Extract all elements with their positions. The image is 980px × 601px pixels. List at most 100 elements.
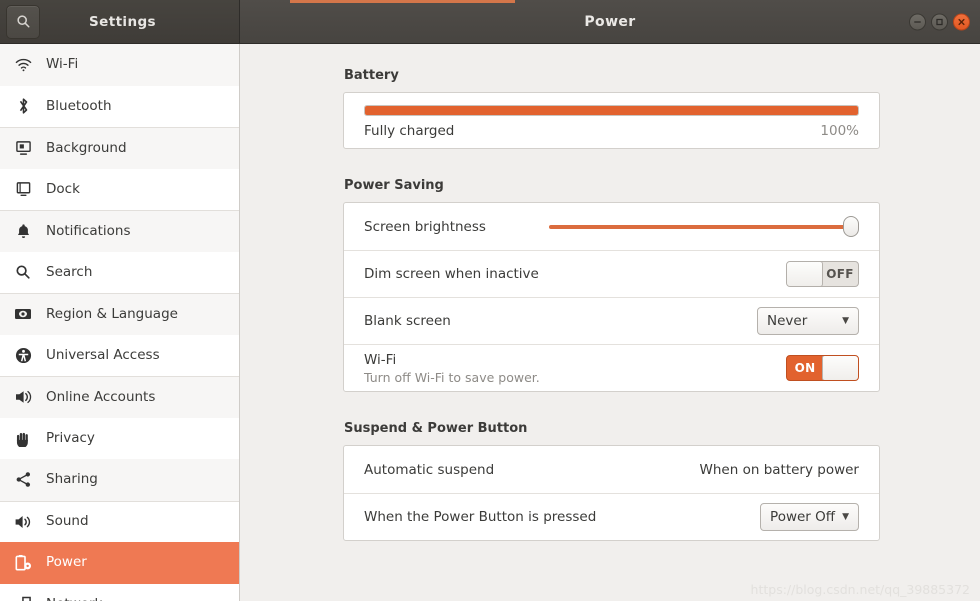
dock-icon <box>12 179 34 199</box>
sidebar-item-power[interactable]: Power <box>0 542 239 584</box>
sidebar-item-label: Search <box>46 263 93 280</box>
sidebar-item-search[interactable]: Search <box>0 251 239 293</box>
search-icon <box>16 14 31 29</box>
battery-state-label: Fully charged <box>364 123 455 139</box>
search-icon <box>12 262 34 282</box>
settings-panel: Battery Fully charged 100% Power Saving <box>343 68 880 541</box>
bluetooth-icon <box>12 96 34 116</box>
dim-screen-label: Dim screen when inactive <box>364 266 539 282</box>
power-button-action-dropdown[interactable]: Power Off ▼ <box>760 503 859 531</box>
automatic-suspend-row[interactable]: Automatic suspend When on battery power <box>344 446 879 493</box>
power-saving-card: Screen brightness Dim screen when inacti… <box>343 202 880 392</box>
watermark-text: https://blog.csdn.net/qq_39885372 <box>750 582 970 597</box>
suspend-card: Automatic suspend When on battery power … <box>343 445 880 541</box>
battery-section-heading: Battery <box>344 68 399 83</box>
toggle-state-label: ON <box>794 361 816 375</box>
sidebar-item-universal-access[interactable]: Universal Access <box>0 334 239 376</box>
battery-level-fill <box>365 106 858 115</box>
sidebar-item-label: Bluetooth <box>46 97 112 114</box>
battery-percent-label: 100% <box>820 123 859 139</box>
sidebar-item-label: Sound <box>46 513 89 529</box>
toggle-state-label: OFF <box>826 267 854 281</box>
screen-brightness-label: Screen brightness <box>364 218 486 235</box>
page-title: Power <box>584 13 636 30</box>
chevron-down-icon: ▼ <box>842 315 849 326</box>
sidebar-item-label: Network <box>46 597 102 601</box>
settings-window: Settings Power Wi-Fi Bluetooth Backgroun… <box>0 0 980 601</box>
online-accounts-icon <box>12 387 34 407</box>
sidebar-item-region-language[interactable]: Region & Language <box>0 293 239 335</box>
power-settings-content: Battery Fully charged 100% Power Saving <box>240 44 980 601</box>
minimize-button[interactable] <box>909 13 926 30</box>
power-button-action-row: When the Power Button is pressed Power O… <box>344 493 879 540</box>
universal-access-icon <box>12 345 34 365</box>
search-button[interactable] <box>6 4 40 39</box>
privacy-hand-icon <box>12 428 34 448</box>
chevron-down-icon: ▼ <box>842 511 849 522</box>
bell-icon <box>12 221 34 241</box>
slider-track <box>549 224 846 229</box>
settings-sidebar: Wi-Fi Bluetooth Background Dock Notifica… <box>0 44 240 601</box>
dim-screen-toggle[interactable]: OFF <box>786 261 859 287</box>
wifi-power-toggle[interactable]: ON <box>786 355 859 381</box>
network-icon <box>12 594 34 601</box>
title-bar: Settings Power <box>0 0 980 44</box>
sidebar-item-wi-fi[interactable]: Wi-Fi <box>0 44 239 86</box>
battery-level-bar <box>364 105 859 116</box>
battery-status-row: Fully charged 100% <box>344 93 879 148</box>
sidebar-item-bluetooth[interactable]: Bluetooth <box>0 85 239 127</box>
window-body: Wi-Fi Bluetooth Background Dock Notifica… <box>0 44 980 601</box>
sidebar-item-label: Sharing <box>46 471 98 487</box>
power-saving-section-heading: Power Saving <box>344 178 444 193</box>
battery-card: Fully charged 100% <box>343 92 880 149</box>
dim-screen-row: Dim screen when inactive OFF <box>344 250 879 297</box>
sidebar-item-label: Universal Access <box>46 346 160 363</box>
sidebar-header: Settings <box>0 0 240 43</box>
sidebar-item-network[interactable]: Network <box>0 583 239 601</box>
wifi-power-label: Wi-Fi <box>364 351 397 368</box>
blank-screen-label: Blank screen <box>364 313 451 329</box>
sidebar-item-sound[interactable]: Sound <box>0 500 239 542</box>
sidebar-item-dock[interactable]: Dock <box>0 168 239 210</box>
sidebar-item-label: Wi-Fi <box>46 56 79 72</box>
sidebar-item-label: Notifications <box>46 222 131 239</box>
wifi-power-row: Wi-Fi Turn off Wi-Fi to save power. ON <box>344 344 879 391</box>
sidebar-item-online-accounts[interactable]: Online Accounts <box>0 376 239 418</box>
wifi-icon <box>12 55 34 75</box>
close-button[interactable] <box>953 13 970 30</box>
sidebar-item-label: Online Accounts <box>46 388 156 405</box>
sound-icon <box>12 512 34 532</box>
toggle-knob <box>787 262 823 286</box>
automatic-suspend-value: When on battery power <box>699 461 859 478</box>
screen-brightness-row: Screen brightness <box>344 203 879 250</box>
toggle-knob <box>822 356 858 380</box>
blank-screen-dropdown[interactable]: Never ▼ <box>757 307 859 335</box>
sharing-icon <box>12 470 34 490</box>
region-language-icon <box>12 304 34 324</box>
window-title-area: Power <box>240 0 980 43</box>
maximize-button[interactable] <box>931 13 948 30</box>
window-controls <box>909 13 970 30</box>
wifi-power-label-group: Wi-Fi Turn off Wi-Fi to save power. <box>364 352 786 385</box>
sidebar-item-label: Dock <box>46 180 80 197</box>
automatic-suspend-label: Automatic suspend <box>364 461 495 478</box>
sidebar-item-privacy[interactable]: Privacy <box>0 417 239 459</box>
sidebar-item-label: Background <box>46 139 127 156</box>
sidebar-item-sharing[interactable]: Sharing <box>0 459 239 501</box>
sidebar-item-label: Privacy <box>46 429 95 446</box>
sidebar-item-label: Power <box>46 554 87 570</box>
power-button-action-label: When the Power Button is pressed <box>364 509 597 525</box>
background-icon <box>12 138 34 158</box>
battery-meta: Fully charged 100% <box>364 123 859 139</box>
sidebar-item-notifications[interactable]: Notifications <box>0 210 239 252</box>
screen-brightness-slider[interactable] <box>549 215 859 239</box>
slider-handle[interactable] <box>843 215 859 237</box>
sidebar-item-label: Region & Language <box>46 305 178 322</box>
app-title: Settings <box>89 13 156 30</box>
window-top-accent-stripe <box>290 0 515 3</box>
sidebar-item-background[interactable]: Background <box>0 127 239 169</box>
power-button-action-value: Power Off <box>770 509 836 525</box>
suspend-section-heading: Suspend & Power Button <box>344 421 528 436</box>
power-battery-icon <box>12 553 34 573</box>
wifi-power-sublabel: Turn off Wi-Fi to save power. <box>364 369 540 385</box>
